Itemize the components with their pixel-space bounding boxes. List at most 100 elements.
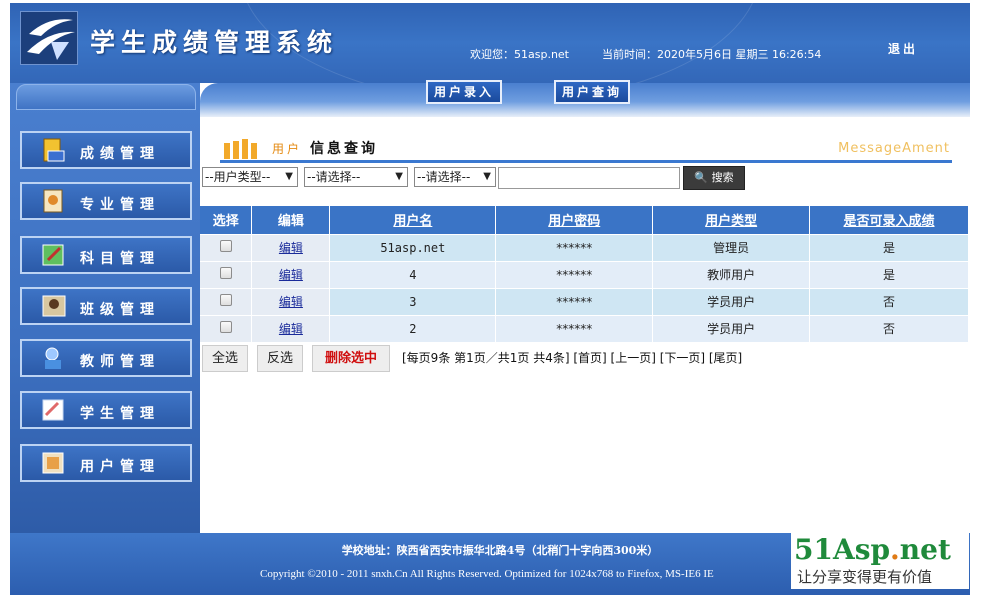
chevron-down-icon: ▼ xyxy=(483,171,491,182)
col-username[interactable]: 用户名 xyxy=(329,206,497,234)
user-type-cell: 学员用户 xyxy=(652,287,811,315)
section-header: 用户 信息查询 MessageAment xyxy=(220,137,952,163)
row-checkbox[interactable] xyxy=(219,267,232,279)
col-edit: 编辑 xyxy=(251,206,331,234)
edit-link[interactable]: 编辑 xyxy=(279,268,303,282)
sidebar-item-subject[interactable]: 科目管理 xyxy=(20,236,192,274)
password-cell: ****** xyxy=(495,314,654,342)
sidebar-item-label: 教师管理 xyxy=(80,354,160,370)
select-value: --用户类型-- xyxy=(205,170,271,184)
sidebar-item-label: 班级管理 xyxy=(80,302,160,318)
sidebar-item-label: 科目管理 xyxy=(80,251,160,267)
sidebar-header xyxy=(16,84,196,110)
app-title: 学生成绩管理系统 xyxy=(90,28,339,57)
watermark-brand: 51Asp.net xyxy=(794,533,951,566)
select-all-button[interactable]: 全选 xyxy=(202,345,248,372)
table-row: 编辑 4 ****** 教师用户 是 xyxy=(200,260,969,288)
sidebar-item-user[interactable]: 用户管理 xyxy=(20,444,192,482)
user-type-cell: 学员用户 xyxy=(652,314,811,342)
sidebar-item-teacher[interactable]: 教师管理 xyxy=(20,339,192,377)
username-cell: 4 xyxy=(329,260,497,288)
delete-selected-button[interactable]: 删除选中 xyxy=(312,345,390,372)
chevron-down-icon: ▼ xyxy=(285,171,293,182)
sidebar-item-label: 学生管理 xyxy=(80,406,160,422)
search-button[interactable]: 🔍 搜索 xyxy=(683,166,745,190)
edit-link[interactable]: 编辑 xyxy=(279,241,303,255)
sidebar-item-grades[interactable]: 成绩管理 xyxy=(20,131,192,169)
filter-select-2[interactable]: --请选择-- ▼ xyxy=(304,167,408,187)
user-entry-button[interactable]: 用户录入 xyxy=(426,80,503,104)
row-edit-cell: 编辑 xyxy=(251,314,331,342)
password-cell: ****** xyxy=(495,233,654,261)
watermark-slogan: 让分享变得更有价值 xyxy=(797,568,933,586)
col-can-enter-grades[interactable]: 是否可录入成绩 xyxy=(809,206,969,234)
search-input[interactable] xyxy=(498,167,680,189)
can-enter-cell: 是 xyxy=(809,260,969,288)
row-edit-cell: 编辑 xyxy=(251,260,331,288)
username-cell: 2 xyxy=(329,314,497,342)
student-icon xyxy=(40,397,68,423)
user-table: 选择 编辑 用户名 用户密码 用户类型 是否可录入成绩 编辑 51asp.net… xyxy=(200,206,969,342)
row-checkbox[interactable] xyxy=(219,294,232,306)
can-enter-cell: 是 xyxy=(809,233,969,261)
select-value: --请选择-- xyxy=(307,170,361,184)
footer-copyright: Copyright ©2010 - 2011 snxh.Cn All Right… xyxy=(260,568,714,580)
section-title: 信息查询 xyxy=(310,141,378,157)
section-title-en: MessageAment xyxy=(838,141,950,156)
row-select-cell xyxy=(200,233,253,261)
grades-icon xyxy=(40,137,68,163)
table-row: 编辑 3 ****** 学员用户 否 xyxy=(200,287,969,315)
select-value: --请选择-- xyxy=(417,170,471,184)
class-icon xyxy=(40,293,68,319)
search-button-label: 搜索 xyxy=(711,171,734,184)
row-select-cell xyxy=(200,314,253,342)
user-type-cell: 管理员 xyxy=(652,233,811,261)
edit-link[interactable]: 编辑 xyxy=(279,295,303,309)
row-checkbox[interactable] xyxy=(219,240,232,252)
logout-button[interactable]: 退出 xyxy=(888,40,918,57)
section-title-prefix: 用户 xyxy=(272,142,303,156)
invert-selection-button[interactable]: 反选 xyxy=(257,345,303,372)
chevron-down-icon: ▼ xyxy=(395,171,403,182)
sidebar-item-label: 专业管理 xyxy=(80,197,160,213)
welcome-text: 欢迎您：51asp.net xyxy=(470,48,569,61)
row-select-cell xyxy=(200,260,253,288)
sidebar-item-label: 成绩管理 xyxy=(80,146,160,162)
footer-address: 学校地址：陕西省西安市振华北路4号（北稍门十字向西300米） xyxy=(341,544,659,557)
pagination[interactable]: [每页9条 第1页／共1页 共4条] [首页] [上一页] [下一页] [尾页] xyxy=(402,349,742,366)
col-user-type[interactable]: 用户类型 xyxy=(652,206,811,234)
teacher-icon xyxy=(40,345,68,371)
table-row: 编辑 2 ****** 学员用户 否 xyxy=(200,314,969,342)
password-cell: ****** xyxy=(495,287,654,315)
header-bar: 学生成绩管理系统 欢迎您：51asp.net 当前时间：2020年5月6日 星期… xyxy=(10,3,970,83)
col-select: 选择 xyxy=(200,206,253,234)
user-query-button[interactable]: 用户查询 xyxy=(554,80,631,104)
sidebar-item-class[interactable]: 班级管理 xyxy=(20,287,192,325)
sidebar-item-major[interactable]: 专业管理 xyxy=(20,182,192,220)
watermark: 51Asp.net 让分享变得更有价值 xyxy=(791,533,969,589)
user-icon xyxy=(40,450,68,476)
username-cell: 3 xyxy=(329,287,497,315)
user-type-select[interactable]: --用户类型-- ▼ xyxy=(202,167,298,187)
row-edit-cell: 编辑 xyxy=(251,233,331,261)
password-cell: ****** xyxy=(495,260,654,288)
row-select-cell xyxy=(200,287,253,315)
major-icon xyxy=(40,188,68,214)
sidebar-item-label: 用户管理 xyxy=(80,459,160,475)
search-icon: 🔍 xyxy=(694,171,709,184)
filter-select-3[interactable]: --请选择-- ▼ xyxy=(414,167,496,187)
section-bars-icon xyxy=(224,139,257,159)
edit-link[interactable]: 编辑 xyxy=(279,322,303,336)
subject-icon xyxy=(40,242,68,268)
can-enter-cell: 否 xyxy=(809,314,969,342)
can-enter-cell: 否 xyxy=(809,287,969,315)
logo-icon xyxy=(20,11,78,65)
table-row: 编辑 51asp.net ****** 管理员 是 xyxy=(200,233,969,261)
user-type-cell: 教师用户 xyxy=(652,260,811,288)
col-password[interactable]: 用户密码 xyxy=(495,206,654,234)
current-time: 当前时间：2020年5月6日 星期三 16:26:54 xyxy=(602,48,822,61)
sidebar-item-student[interactable]: 学生管理 xyxy=(20,391,192,429)
username-cell: 51asp.net xyxy=(329,233,497,261)
row-edit-cell: 编辑 xyxy=(251,287,331,315)
row-checkbox[interactable] xyxy=(219,321,232,334)
